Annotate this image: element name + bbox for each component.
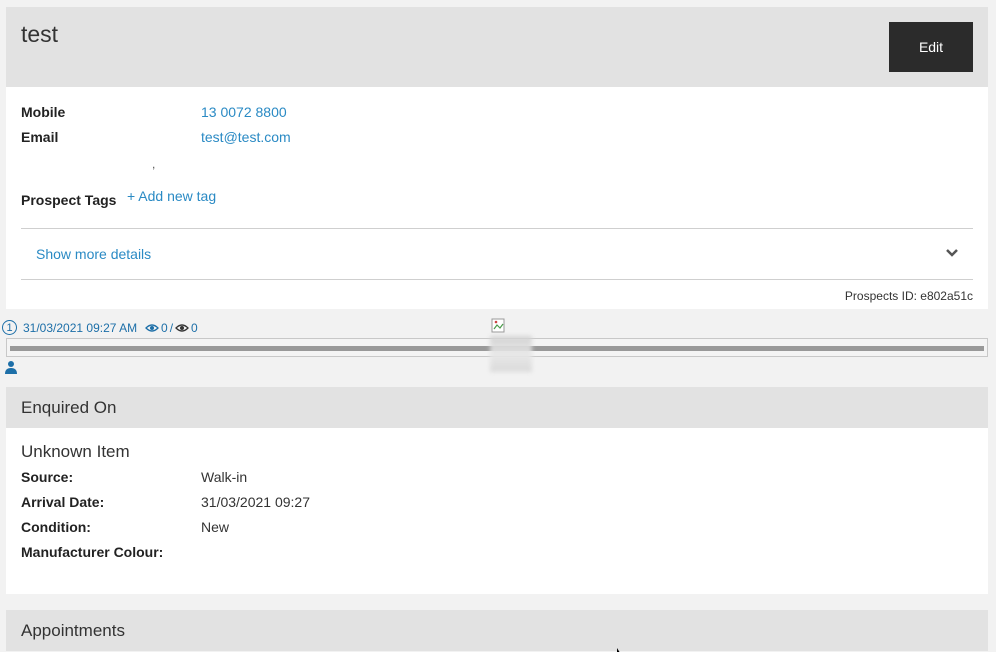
tags-label: Prospect Tags <box>21 192 117 208</box>
views-separator: / <box>169 321 174 335</box>
arrival-date-row: Arrival Date: 31/03/2021 09:27 <box>21 494 310 510</box>
mobile-label: Mobile <box>21 104 66 120</box>
add-tag-link[interactable]: + Add new tag <box>127 188 216 204</box>
condition-row: Condition: New <box>21 519 229 535</box>
field-label: Source: <box>21 469 74 485</box>
show-more-details-link[interactable]: Show more details <box>36 246 151 262</box>
activity-timeline: 1 31/03/2021 09:27 AM 0 / 0 <box>0 318 996 378</box>
field-value: New <box>201 519 230 535</box>
page-title: test <box>21 21 59 47</box>
eye-icon <box>175 324 189 332</box>
stray-comma: , <box>152 157 156 171</box>
divider <box>21 228 973 229</box>
field-label: Manufacturer Colour: <box>21 544 164 560</box>
section-title: Enquired On <box>21 398 117 417</box>
manufacturer-colour-row: Manufacturer Colour: <box>21 544 163 560</box>
prospect-header: test Edit <box>6 7 988 87</box>
views-count-a: 0 <box>161 321 168 335</box>
divider <box>21 279 973 280</box>
chevron-down-icon[interactable] <box>944 245 960 261</box>
field-label: Arrival Date: <box>21 494 105 510</box>
cursor-icon <box>617 648 620 652</box>
prospect-id: Prospects ID: e802a51c <box>844 289 973 303</box>
timeline-event-date[interactable]: 31/03/2021 09:27 AM <box>23 321 137 335</box>
user-icon <box>5 361 17 374</box>
item-title: Unknown Item <box>21 442 130 461</box>
enquired-on-header: Enquired On <box>6 387 988 428</box>
appointments-header: Appointments <box>6 610 988 651</box>
source-row: Source: Walk-in <box>21 469 247 485</box>
section-title: Appointments <box>21 621 125 640</box>
blurred-marker <box>490 336 532 372</box>
mobile-link[interactable]: 13 0072 8800 <box>201 104 287 120</box>
field-label: Condition: <box>21 519 91 535</box>
email-label: Email <box>21 129 59 145</box>
views-count-b: 0 <box>191 321 198 335</box>
timeline-views: 0 / 0 <box>145 321 198 335</box>
field-value: Walk-in <box>201 469 248 485</box>
field-value: 31/03/2021 09:27 <box>201 494 310 510</box>
broken-image-icon <box>491 318 505 333</box>
mobile-row: Mobile <box>21 104 65 120</box>
eye-icon <box>145 324 159 332</box>
edit-button[interactable]: Edit <box>889 22 973 72</box>
prospect-details: Mobile 13 0072 8800 Email test@test.com … <box>6 87 988 309</box>
email-link[interactable]: test@test.com <box>201 129 291 145</box>
tags-row: Prospect Tags <box>21 192 116 208</box>
timeline-event-number[interactable]: 1 <box>2 320 17 335</box>
email-row: Email <box>21 129 58 145</box>
enquired-on-body: Unknown Item Source: Walk-in Arrival Dat… <box>6 428 988 594</box>
